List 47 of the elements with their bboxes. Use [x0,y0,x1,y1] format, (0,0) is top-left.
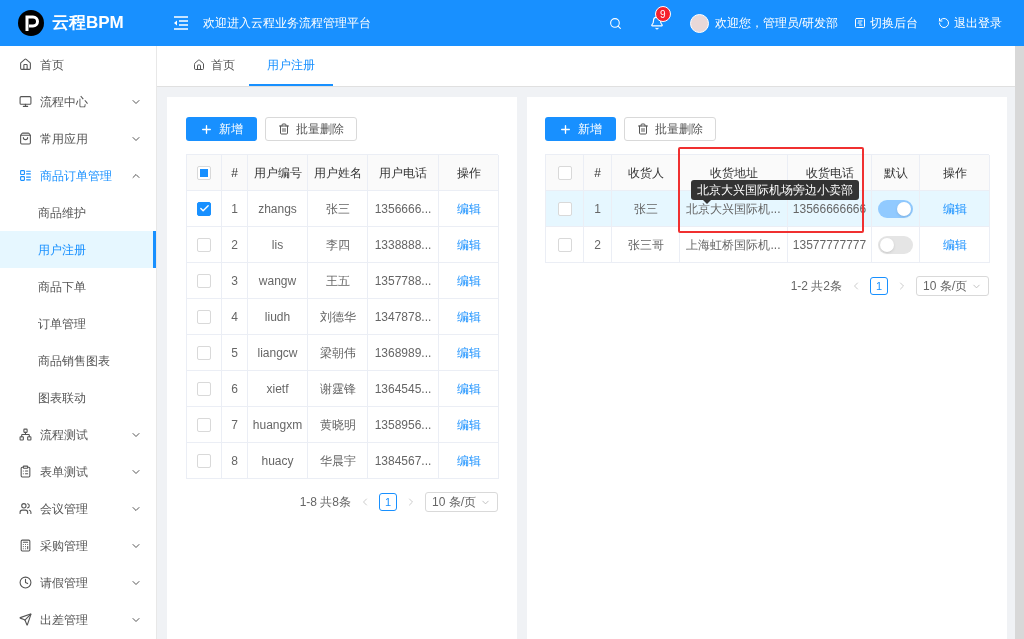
table-cell: 3 [222,263,248,299]
table-cell: huangxm [248,407,308,443]
table-cell: wangw [248,263,308,299]
table-cell: 1338888... [368,227,439,263]
table-cell: 1364545... [368,371,439,407]
table-cell: 刘德华 [308,299,368,335]
table-cell: 谢霆锋 [308,371,368,407]
table-cell: 2 [584,227,612,263]
table-cell: 梁朝伟 [308,335,368,371]
table-cell: 2 [222,227,248,263]
table-cell: 华晨宇 [308,443,368,479]
table-cell: 上海虹桥国际机... [680,227,788,263]
table-cell: zhangs [248,191,308,227]
table-cell: 7 [222,407,248,443]
table-cell: 1384567... [368,443,439,479]
table-cell: 1347878... [368,299,439,335]
table-cell: 4 [222,299,248,335]
user-greeting: 欢迎您，管理员/研发部 [714,15,838,32]
pagination-summary: 1-2 共2条 [790,278,842,295]
column-header: 用户编号 [248,155,308,191]
table-cell: 1 [222,191,248,227]
notification-badge: 9 [654,6,671,22]
platform-title: 欢迎进入云程业务流程管理平台 [203,15,371,32]
table-cell: 1357788... [368,263,439,299]
table-cell: 李四 [308,227,368,263]
table-cell: 13577777777 [788,227,872,263]
table-cell: 张三 [308,191,368,227]
column-header: # [222,155,248,191]
table-cell: liudh [248,299,308,335]
table-cell: huacy [248,443,308,479]
table-cell: 1358956... [368,407,439,443]
table-cell: 6 [222,371,248,407]
table-cell: 张三哥 [612,227,680,263]
pagination-summary: 1-8 共8条 [299,494,351,511]
table-cell: lis [248,227,308,263]
column-header: 用户姓名 [308,155,368,191]
table-cell: 1368989... [368,335,439,371]
table-cell: xietf [248,371,308,407]
column-header: 用户电话 [368,155,439,191]
table-cell: 黄晓明 [308,407,368,443]
table-cell: 8 [222,443,248,479]
table-cell: 王五 [308,263,368,299]
table-cell: 1356666... [368,191,439,227]
table-cell: 5 [222,335,248,371]
column-header: 操作 [439,155,499,191]
brand-name: 云程BPM [52,12,124,35]
table-cell: liangcw [248,335,308,371]
